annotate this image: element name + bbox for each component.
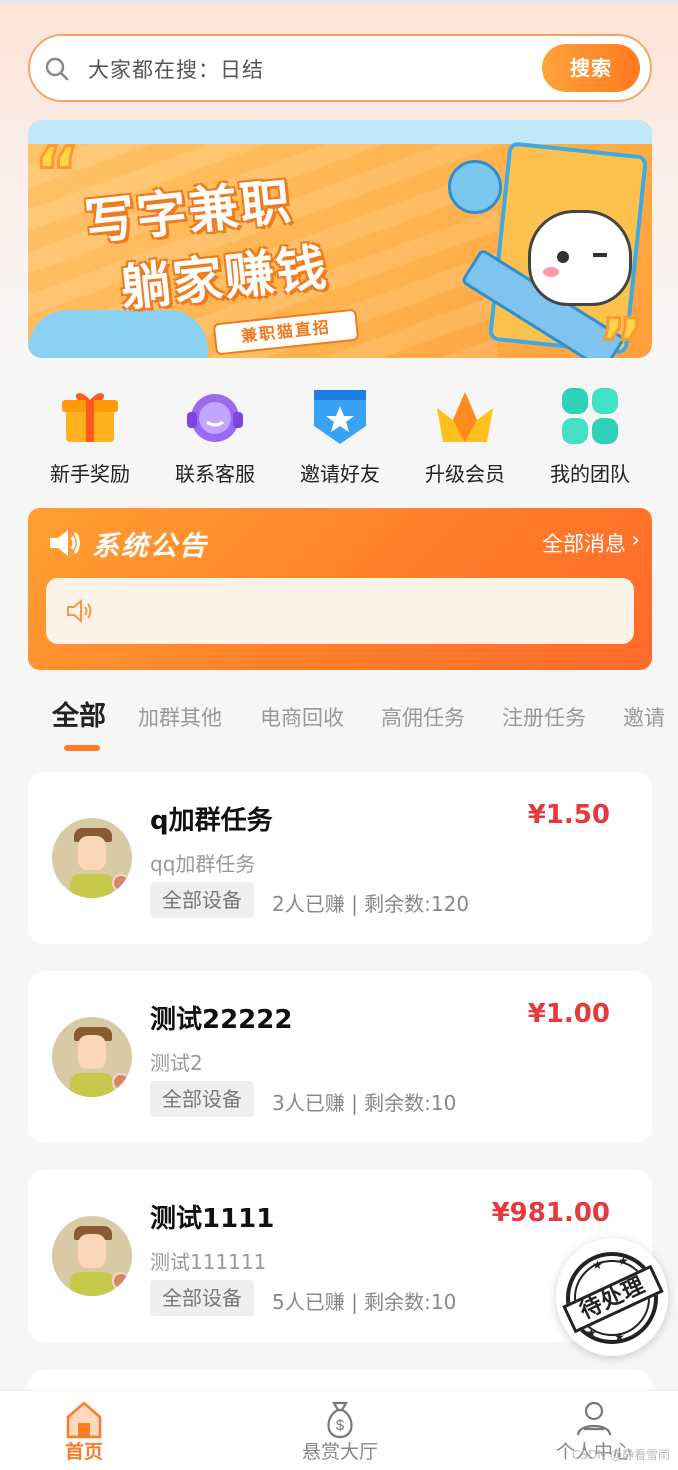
task-card[interactable]: 测试22222 ¥1.00 测试2 全部设备 3人已赚 | 剩余数:10 bbox=[28, 971, 652, 1143]
avatar bbox=[52, 818, 132, 898]
task-title: q加群任务 bbox=[150, 806, 273, 836]
speaker-small-icon bbox=[67, 598, 92, 624]
device-chip: 全部设备 bbox=[150, 1280, 254, 1316]
nav-label: 首页 bbox=[64, 1441, 103, 1463]
quote-open-icon: “ bbox=[32, 132, 81, 214]
task-card[interactable]: q加群任务 ¥1.50 qq加群任务 全部设备 2人已赚 | 剩余数:120 bbox=[28, 772, 652, 944]
category-tabs: 全部 加群其他 电商回收 高佣任务 注册任务 邀请 bbox=[28, 690, 678, 760]
menu-label: 升级会员 bbox=[425, 462, 505, 486]
device-chip: 全部设备 bbox=[150, 1081, 254, 1117]
system-notice: 系统公告 全部消息 › bbox=[28, 508, 652, 670]
task-price: ¥1.00 bbox=[527, 999, 610, 1029]
menu-label: 邀请好友 bbox=[300, 462, 380, 486]
notice-title: 系统公告 bbox=[92, 531, 208, 562]
task-price: ¥981.00 bbox=[491, 1198, 610, 1228]
tab-high-commission[interactable]: 高佣任务 bbox=[381, 702, 465, 732]
speaker-icon bbox=[50, 530, 80, 556]
task-stats: 3人已赚 | 剩余数:10 bbox=[272, 1091, 457, 1115]
menu-item-upgrade-member[interactable]: 升级会员 bbox=[403, 384, 527, 486]
menu-label: 新手奖励 bbox=[50, 462, 130, 486]
search-button[interactable]: 搜索 bbox=[542, 44, 640, 92]
tab-invite[interactable]: 邀请 bbox=[623, 702, 665, 732]
chevron-right-icon[interactable]: › bbox=[631, 528, 640, 553]
search-bar[interactable]: 大家都在搜：日结 搜索 bbox=[28, 34, 652, 102]
tab-ecommerce-recycle[interactable]: 电商回收 bbox=[260, 702, 344, 732]
avatar-body bbox=[70, 874, 114, 898]
crown-icon bbox=[437, 392, 493, 442]
menu-label: 我的团队 bbox=[550, 462, 630, 486]
star-badge-icon bbox=[314, 390, 366, 444]
promo-banner[interactable]: “ ” 写字兼职 躺家赚钱 兼职猫直招 bbox=[28, 120, 652, 358]
avatar-face bbox=[78, 1234, 106, 1268]
task-title: 测试1111 bbox=[150, 1204, 275, 1234]
home-icon bbox=[66, 1401, 102, 1439]
star-icon: ★ bbox=[614, 1330, 625, 1344]
banner-sky bbox=[28, 120, 652, 144]
tab-register[interactable]: 注册任务 bbox=[502, 702, 586, 732]
quote-close-icon: ” bbox=[596, 304, 645, 359]
user-icon bbox=[576, 1401, 612, 1436]
avatar bbox=[52, 1216, 132, 1296]
task-subtitle: qq加群任务 bbox=[150, 852, 256, 876]
menu-item-customer-service[interactable]: 联系客服 bbox=[153, 384, 277, 486]
menu-item-invite-friends[interactable]: 邀请好友 bbox=[278, 384, 402, 486]
menu-item-my-team[interactable]: 我的团队 bbox=[528, 384, 652, 486]
all-messages-link[interactable]: 全部消息 bbox=[542, 528, 626, 558]
avatar-face bbox=[78, 1035, 106, 1069]
banner-cloud bbox=[28, 310, 208, 358]
cat-eye bbox=[557, 251, 569, 263]
tab-all[interactable]: 全部 bbox=[52, 694, 106, 733]
star-icon: ★ bbox=[592, 1258, 603, 1272]
watermark: CSDN @静看雪雨 bbox=[571, 1448, 670, 1462]
quick-menu: 新手奖励 联系客服 邀请好友 升级会员 我的团队 bbox=[28, 384, 652, 486]
notice-message-box[interactable] bbox=[46, 578, 634, 644]
search-icon bbox=[45, 57, 69, 81]
avatar bbox=[52, 1017, 132, 1097]
star-icon: ★ bbox=[586, 1326, 597, 1340]
avatar-badge-icon bbox=[112, 1272, 130, 1290]
device-chip: 全部设备 bbox=[150, 882, 254, 918]
headset-icon bbox=[187, 394, 243, 442]
task-price: ¥1.50 bbox=[527, 800, 610, 830]
planet-icon bbox=[448, 160, 502, 214]
task-subtitle: 测试2 bbox=[150, 1051, 203, 1075]
svg-text:$: $ bbox=[336, 1417, 345, 1434]
nav-reward-hall[interactable]: $ 悬赏大厅 bbox=[270, 1397, 410, 1467]
grid-icon bbox=[562, 388, 618, 444]
top-divider bbox=[0, 0, 678, 4]
nav-home[interactable]: 首页 bbox=[14, 1397, 154, 1467]
menu-item-newbie-reward[interactable]: 新手奖励 bbox=[28, 384, 152, 486]
cat-wink bbox=[593, 253, 607, 257]
task-subtitle: 测试111111 bbox=[150, 1250, 267, 1274]
task-stats: 5人已赚 | 剩余数:10 bbox=[272, 1290, 457, 1314]
star-icon: ★ bbox=[618, 1254, 629, 1268]
money-bag-icon: $ bbox=[327, 1401, 353, 1439]
gift-icon bbox=[62, 393, 118, 442]
avatar-badge-icon bbox=[112, 1073, 130, 1091]
avatar-badge-icon bbox=[112, 874, 130, 892]
cat-cheek bbox=[543, 267, 559, 277]
task-title: 测试22222 bbox=[150, 1005, 293, 1035]
nav-label: 悬赏大厅 bbox=[301, 1441, 378, 1463]
cat-mascot-icon bbox=[528, 210, 632, 306]
avatar-body bbox=[70, 1073, 114, 1097]
pending-stamp-button[interactable]: ★ ★ ★ ★ 待处理 bbox=[556, 1238, 668, 1356]
menu-label: 联系客服 bbox=[175, 462, 255, 486]
task-stats: 2人已赚 | 剩余数:120 bbox=[272, 892, 470, 916]
avatar-face bbox=[78, 836, 106, 870]
search-placeholder[interactable]: 大家都在搜：日结 bbox=[88, 54, 264, 84]
tab-join-group[interactable]: 加群其他 bbox=[138, 702, 222, 732]
avatar-body bbox=[70, 1272, 114, 1296]
tab-active-indicator bbox=[64, 745, 100, 751]
